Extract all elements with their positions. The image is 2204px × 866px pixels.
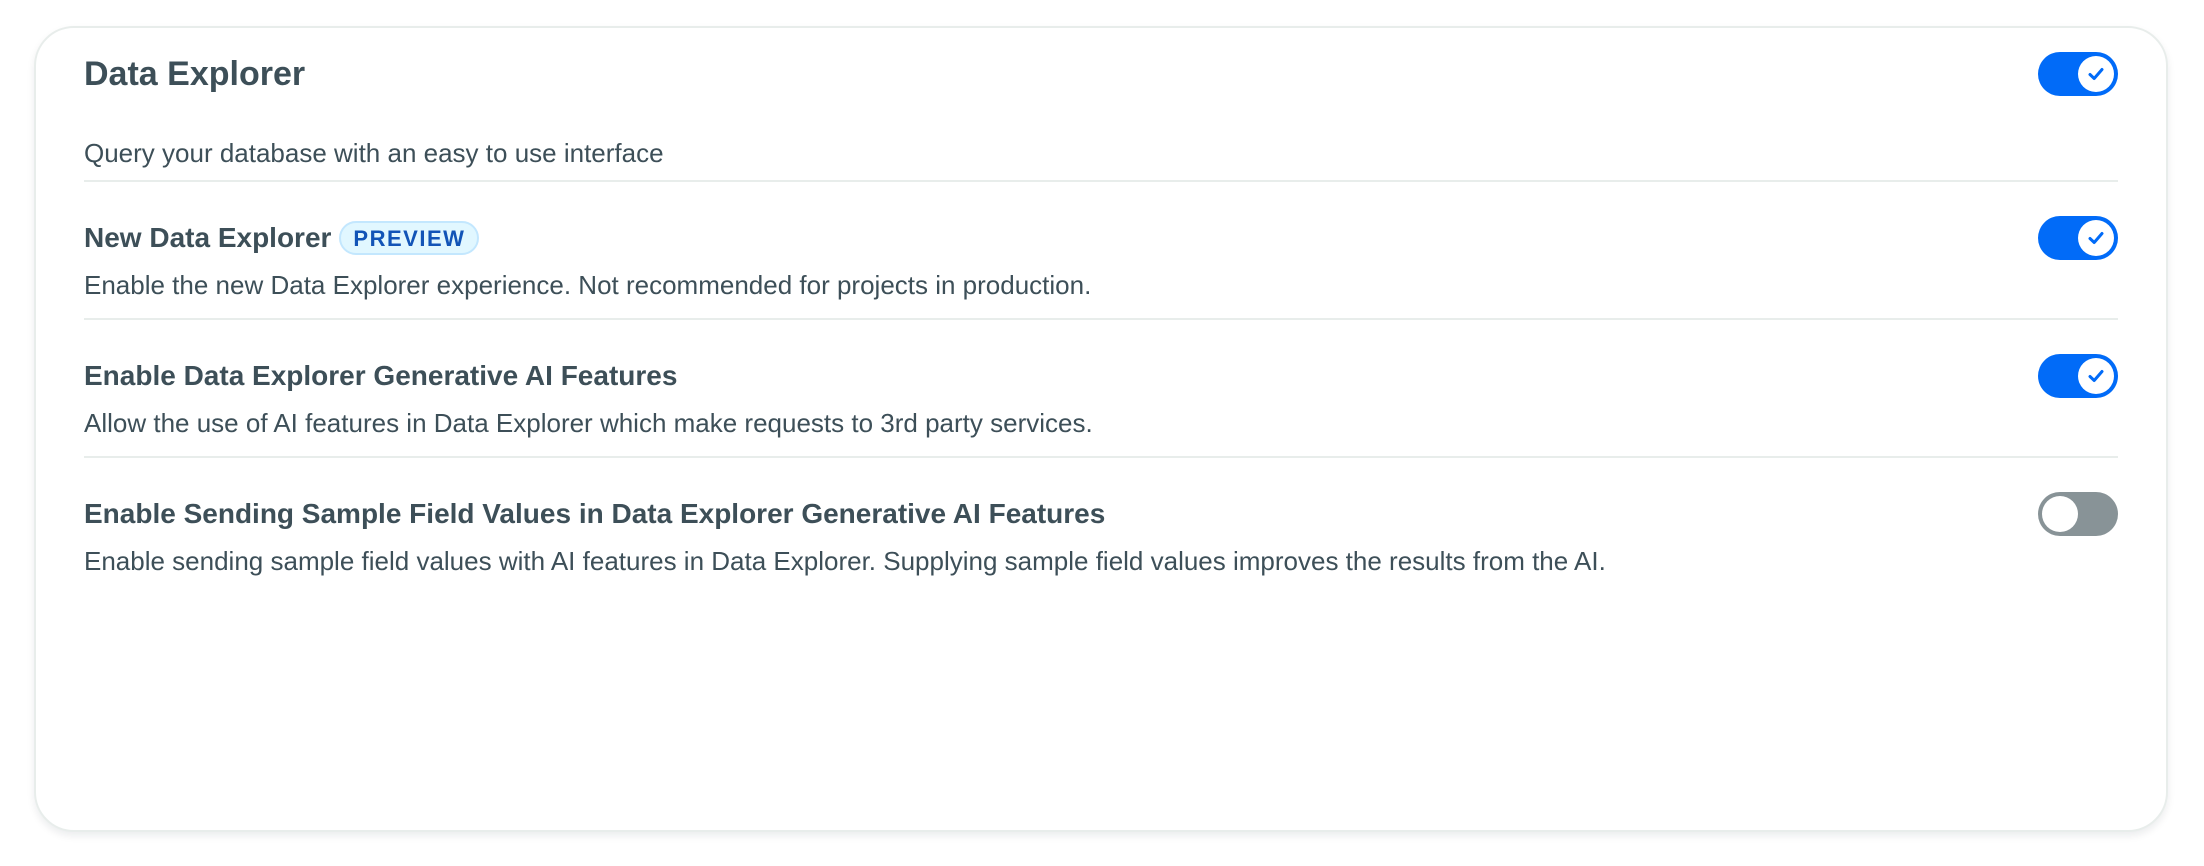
divider [84, 318, 2118, 320]
divider [84, 456, 2118, 458]
setting-row-sample-field-values: Enable Sending Sample Field Values in Da… [84, 492, 2118, 586]
checkmark-icon [2088, 232, 2104, 244]
checkmark-icon [2088, 68, 2104, 80]
toggle-knob [2042, 496, 2078, 532]
data-explorer-settings-card: Data Explorer Query your database with a… [34, 26, 2168, 832]
setting-title: Enable Data Explorer Generative AI Featu… [84, 358, 677, 394]
data-explorer-toggle[interactable] [2038, 52, 2118, 96]
toggle-knob [2078, 56, 2114, 92]
preview-badge: PREVIEW [339, 221, 480, 255]
setting-description: Allow the use of AI features in Data Exp… [84, 408, 1093, 438]
sample-field-values-toggle[interactable] [2038, 492, 2118, 536]
setting-description: Enable sending sample field values with … [84, 546, 1606, 576]
setting-title: Enable Sending Sample Field Values in Da… [84, 496, 1105, 532]
divider [84, 180, 2118, 182]
setting-title: New Data Explorer PREVIEW [84, 220, 480, 256]
checkmark-icon [2088, 370, 2104, 382]
setting-description: Enable the new Data Explorer experience.… [84, 270, 1092, 300]
data-explorer-description: Query your database with an easy to use … [84, 138, 664, 168]
toggle-knob [2078, 220, 2114, 256]
data-explorer-main-section: Data Explorer Query your database with a… [84, 52, 2118, 168]
new-data-explorer-toggle[interactable] [2038, 216, 2118, 260]
setting-title-text: Enable Sending Sample Field Values in Da… [84, 498, 1106, 529]
data-explorer-title: Data Explorer [84, 55, 306, 93]
setting-row-generative-ai: Enable Data Explorer Generative AI Featu… [84, 354, 2118, 448]
setting-row-new-data-explorer: New Data Explorer PREVIEW Enable the new… [84, 216, 2118, 310]
setting-title-text: New Data Explorer [84, 222, 332, 253]
setting-title-text: Enable Data Explorer Generative AI Featu… [84, 360, 678, 391]
toggle-knob [2078, 358, 2114, 394]
generative-ai-toggle[interactable] [2038, 354, 2118, 398]
